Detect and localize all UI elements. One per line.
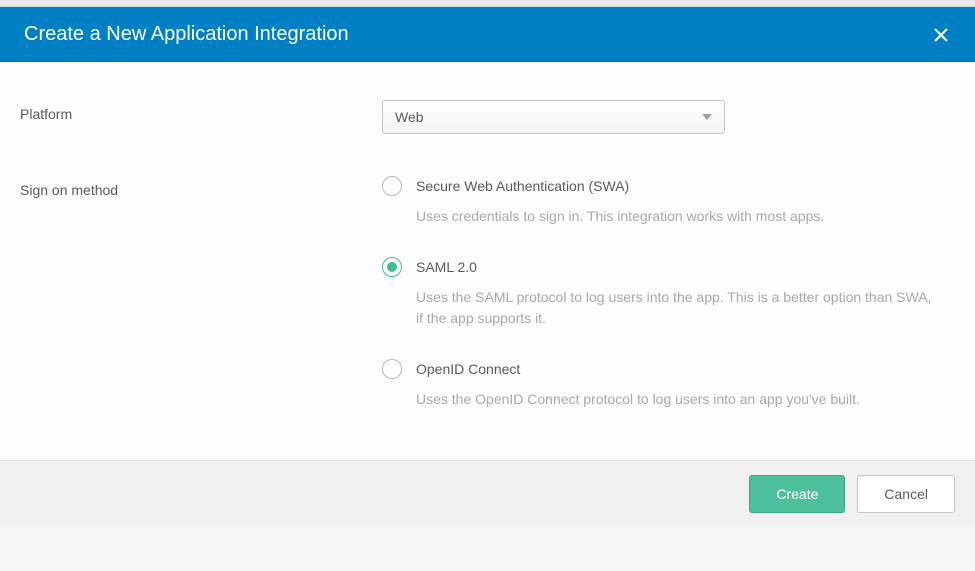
platform-select-value: Web [395,109,424,125]
radio-swa[interactable]: Secure Web Authentication (SWA) [382,176,955,196]
platform-field: Web [382,100,955,134]
platform-row: Platform Web [20,100,955,134]
modal-header: Create a New Application Integration [0,7,975,62]
radio-option-openid: OpenID Connect Uses the OpenID Connect p… [382,359,955,410]
radio-desc-saml: Uses the SAML protocol to log users into… [416,287,936,329]
create-button[interactable]: Create [749,475,845,513]
tab-stub [0,0,975,7]
signon-options: Secure Web Authentication (SWA) Uses cre… [382,176,955,410]
radio-openid[interactable]: OpenID Connect [382,359,955,379]
modal-title: Create a New Application Integration [24,23,349,46]
radio-saml[interactable]: SAML 2.0 [382,257,955,277]
radio-circle-icon [382,176,402,196]
radio-desc-swa: Uses credentials to sign in. This integr… [416,206,936,227]
chevron-down-icon [702,114,712,120]
close-icon[interactable] [931,25,951,45]
modal-body: Platform Web Sign on method Secure Web A… [0,62,975,460]
radio-label-saml: SAML 2.0 [416,259,477,275]
cancel-button[interactable]: Cancel [857,475,955,513]
radio-label-openid: OpenID Connect [416,361,520,377]
radio-desc-openid: Uses the OpenID Connect protocol to log … [416,389,936,410]
platform-select[interactable]: Web [382,100,725,134]
signon-label: Sign on method [20,176,382,410]
platform-label: Platform [20,100,382,134]
create-integration-modal: Create a New Application Integration Pla… [0,0,975,527]
radio-dot-icon [387,262,397,272]
radio-option-swa: Secure Web Authentication (SWA) Uses cre… [382,176,955,227]
signon-row: Sign on method Secure Web Authentication… [20,176,955,410]
radio-circle-selected-icon [382,257,402,277]
radio-circle-icon [382,359,402,379]
modal-footer: Create Cancel [0,460,975,527]
radio-option-saml: SAML 2.0 Uses the SAML protocol to log u… [382,257,955,329]
radio-label-swa: Secure Web Authentication (SWA) [416,178,629,194]
